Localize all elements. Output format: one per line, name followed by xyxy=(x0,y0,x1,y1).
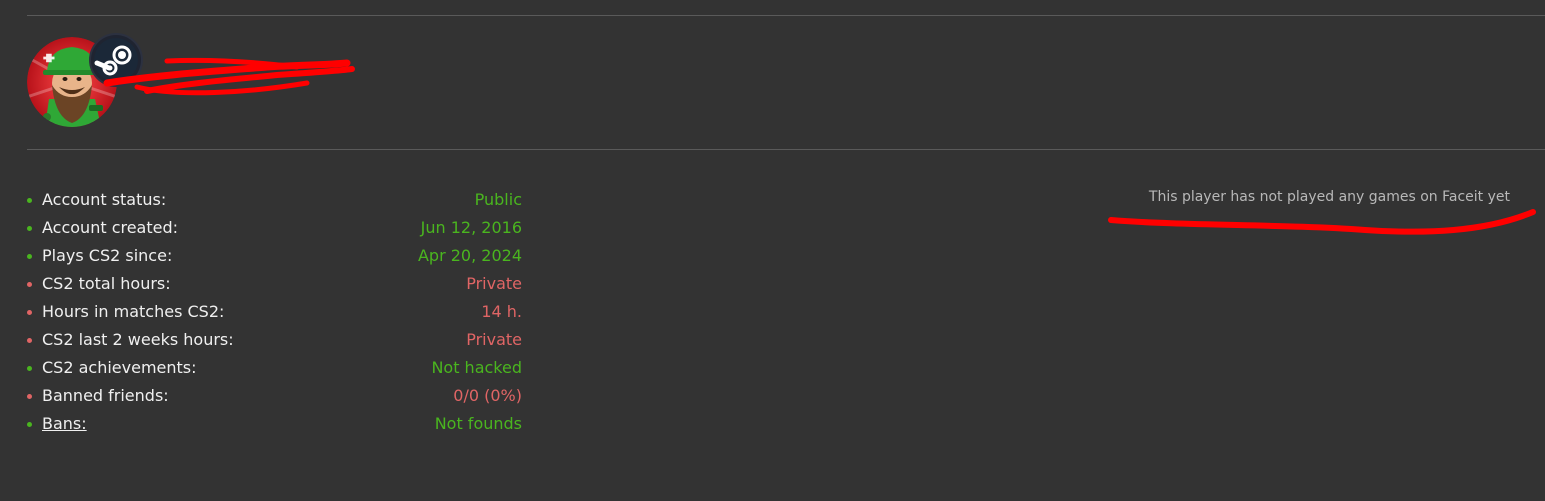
stat-row: Bans: Not founds xyxy=(24,410,524,438)
stat-value: Private xyxy=(466,274,522,293)
faceit-underline-scribble xyxy=(1108,209,1536,235)
stat-label: Hours in matches CS2: xyxy=(42,302,225,321)
status-bullet-icon xyxy=(27,366,32,371)
stat-row: Account created: Jun 12, 2016 xyxy=(24,214,524,242)
stat-row: CS2 achievements: Not hacked xyxy=(24,354,524,382)
stat-row: Account status: Public xyxy=(24,186,524,214)
stat-row: CS2 last 2 weeks hours: Private xyxy=(24,326,524,354)
stat-label: CS2 total hours: xyxy=(42,274,171,293)
status-bullet-icon xyxy=(27,198,32,203)
stat-value: 14 h. xyxy=(481,302,522,321)
stat-row: Hours in matches CS2: 14 h. xyxy=(24,298,524,326)
top-divider xyxy=(27,15,1545,16)
faceit-notice: This player has not played any games on … xyxy=(1148,189,1510,205)
status-bullet-icon xyxy=(27,226,32,231)
status-bullet-icon xyxy=(27,422,32,427)
stat-value: Not hacked xyxy=(431,358,522,377)
stat-label: Account created: xyxy=(42,218,179,237)
stat-value: 0/0 (0%) xyxy=(453,386,522,405)
section-divider xyxy=(27,149,1545,150)
stat-value: Private xyxy=(466,330,522,349)
profile-header xyxy=(27,33,367,133)
stat-label: CS2 achievements: xyxy=(42,358,197,377)
stat-label: CS2 last 2 weeks hours: xyxy=(42,330,234,349)
stat-label: Account status: xyxy=(42,190,167,209)
status-bullet-icon xyxy=(27,310,32,315)
stat-value: Apr 20, 2024 xyxy=(417,246,522,265)
status-bullet-icon xyxy=(27,254,32,259)
status-bullet-icon xyxy=(27,282,32,287)
stat-value: Public xyxy=(474,190,522,209)
stat-row: Plays CS2 since: Apr 20, 2024 xyxy=(24,242,524,270)
stat-value: Not founds xyxy=(434,414,522,433)
stat-label: Plays CS2 since: xyxy=(42,246,173,265)
stat-row: Banned friends: 0/0 (0%) xyxy=(24,382,524,410)
player-profile-page: Account status: Public Account created: Jun… xyxy=(0,0,1545,501)
stat-label: Banned friends: xyxy=(42,386,169,405)
stats-list: Account status: Public Account created: Jun… xyxy=(24,186,524,438)
stat-value: Jun 12, 2016 xyxy=(420,218,522,237)
stat-row: CS2 total hours: Private xyxy=(24,270,524,298)
name-redaction-scribble xyxy=(103,57,355,96)
bans-link[interactable]: Bans: xyxy=(42,410,87,438)
status-bullet-icon xyxy=(27,394,32,399)
status-bullet-icon xyxy=(27,338,32,343)
